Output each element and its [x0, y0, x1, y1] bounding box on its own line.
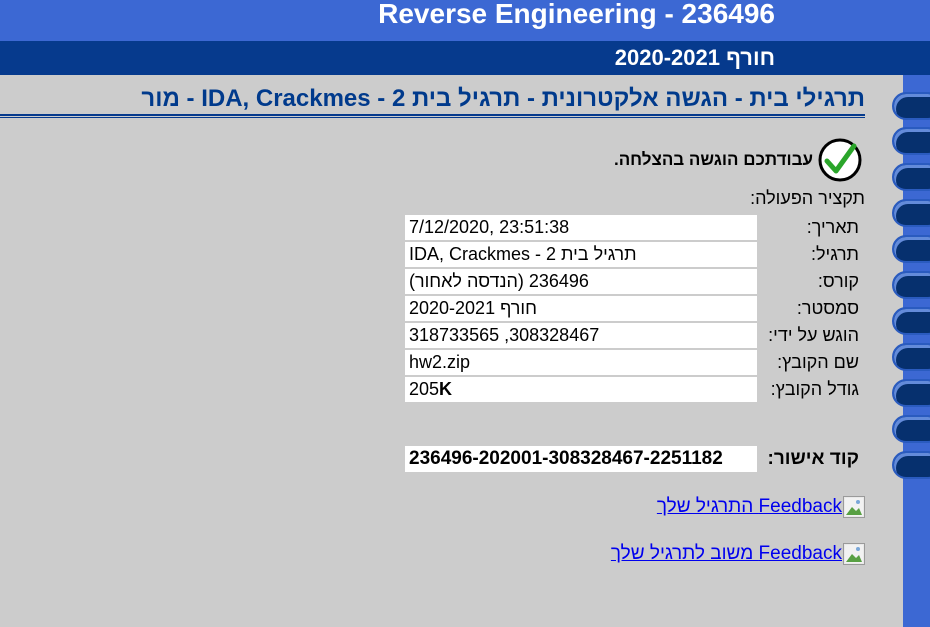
- detail-label: הוגש על ידי:: [759, 323, 863, 348]
- detail-value: 308328467, 318733565: [405, 323, 757, 348]
- side-nav-tab[interactable]: [892, 127, 930, 155]
- approval-label: קוד אישור:: [759, 446, 863, 472]
- approval-code: 236496-202001-308328467-2251182: [405, 446, 757, 472]
- detail-label: גודל הקובץ:: [759, 377, 863, 402]
- detail-label: שם הקובץ:: [759, 350, 863, 375]
- side-nav-tab[interactable]: [892, 235, 930, 263]
- detail-label: קורס:: [759, 269, 863, 294]
- check-icon: [818, 138, 862, 182]
- detail-row-filesize: גודל הקובץ: 205K: [405, 377, 863, 402]
- side-nav-tab[interactable]: [892, 163, 930, 191]
- semester-label: חורף 2020-2021: [614, 45, 775, 70]
- approval-code-table: קוד אישור: 236496-202001-308328467-22511…: [403, 444, 865, 474]
- success-message: עבודתכם הוגשה בהצלחה.: [613, 150, 813, 169]
- side-nav-tab[interactable]: [892, 343, 930, 371]
- detail-row-submitted-by: הוגש על ידי: 308328467, 318733565: [405, 323, 863, 348]
- detail-label: סמסטר:: [759, 296, 863, 321]
- page-title: תרגילי בית - הגשה אלקטרונית - תרגיל בית …: [141, 85, 865, 112]
- summary-label: תקציר הפעולה:: [750, 188, 865, 208]
- side-nav-tab[interactable]: [892, 415, 930, 443]
- side-nav-tab[interactable]: [892, 271, 930, 299]
- detail-value-text: תרגיל בית 2 - IDA, Crackmes: [409, 244, 637, 264]
- detail-label: תאריך:: [759, 215, 863, 240]
- file-size-value: 205K: [409, 379, 452, 399]
- detail-row-date: תאריך: 7/12/2020, 23:51:38: [405, 215, 863, 240]
- approval-row: קוד אישור: 236496-202001-308328467-22511…: [405, 446, 863, 472]
- side-nav-tab[interactable]: [892, 307, 930, 335]
- file-size-number: 205: [409, 379, 440, 399]
- side-nav-tab[interactable]: [892, 92, 930, 120]
- detail-value: 236496 (הנדסה לאחור): [405, 269, 757, 294]
- feedback-link-text: Feedback התרגיל שלך: [656, 496, 842, 517]
- side-nav-tab[interactable]: [892, 451, 930, 479]
- side-nav-tab[interactable]: [892, 379, 930, 407]
- detail-value-text: hw2.zip: [409, 352, 471, 372]
- detail-value-text: 236496 (הנדסה לאחור): [409, 271, 589, 291]
- course-title: Reverse Engineering - 236496: [378, 0, 775, 29]
- feedback-link-text: Feedback משוב לתרגיל שלך: [610, 543, 842, 564]
- detail-row-semester: סמסטר: חורף 2020-2021: [405, 296, 863, 321]
- broken-image-icon: [843, 496, 865, 518]
- detail-label: תרגיל:: [759, 242, 863, 267]
- detail-row-filename: שם הקובץ: hw2.zip: [405, 350, 863, 375]
- heading-divider: [0, 114, 865, 116]
- feedback-link-response[interactable]: Feedback משוב לתרגיל שלך: [611, 543, 865, 565]
- detail-value: תרגיל בית 2 - IDA, Crackmes: [405, 242, 757, 267]
- detail-value: 7/12/2020, 23:51:38: [405, 215, 757, 240]
- detail-row-exercise: תרגיל: תרגיל בית 2 - IDA, Crackmes: [405, 242, 863, 267]
- submission-details-table: תאריך: 7/12/2020, 23:51:38 תרגיל: תרגיל …: [403, 213, 865, 404]
- heading-divider: [0, 117, 865, 118]
- detail-value-text: 7/12/2020, 23:51:38: [409, 217, 570, 237]
- semester-bar: חורף 2020-2021: [0, 41, 930, 75]
- side-nav-tab[interactable]: [892, 199, 930, 227]
- detail-value: hw2.zip: [405, 350, 757, 375]
- feedback-link-exercise[interactable]: Feedback התרגיל שלך: [657, 496, 865, 518]
- detail-value-text: 308328467, 318733565: [409, 325, 600, 345]
- detail-value: 205K: [405, 377, 757, 402]
- course-header: Reverse Engineering - 236496: [0, 0, 930, 41]
- broken-image-icon: [843, 543, 865, 565]
- detail-value-text: חורף 2020-2021: [409, 298, 537, 318]
- detail-row-course: קורס: 236496 (הנדסה לאחור): [405, 269, 863, 294]
- file-size-unit: K: [439, 379, 453, 399]
- success-status: עבודתכם הוגשה בהצלחה.: [614, 137, 863, 183]
- detail-value: חורף 2020-2021: [405, 296, 757, 321]
